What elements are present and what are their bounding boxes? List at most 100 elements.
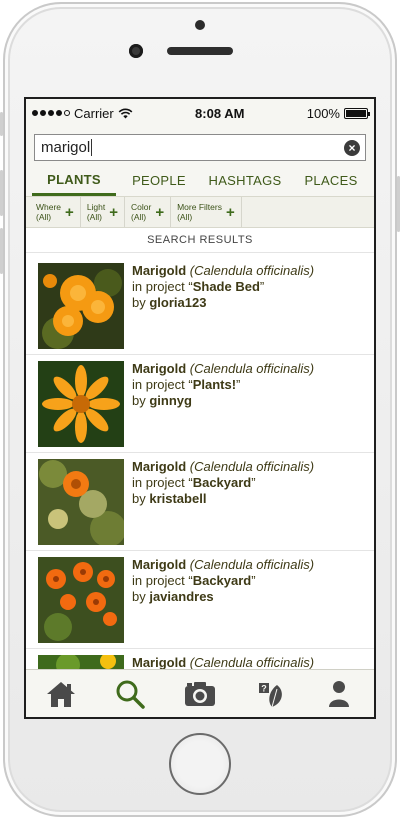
plant-scientific-name: (Calendula officinalis) [189,459,315,474]
status-left: Carrier [32,106,133,121]
results-header: SEARCH RESULTS [26,228,374,253]
camera-icon[interactable] [183,677,217,711]
filter-where[interactable]: Where (All) + [30,197,81,227]
plant-scientific-name: (Calendula officinalis) [189,655,315,669]
search-input[interactable]: marigol × [34,134,366,161]
by-prefix: by [132,589,150,604]
plant-name: Marigold [132,459,187,474]
battery-percent: 100% [306,105,340,121]
close-icon[interactable]: × [344,140,360,156]
project-prefix: in project “ [132,573,193,588]
plant-name: Marigold [132,361,187,376]
tab-hashtags[interactable]: HASHTAGS [202,166,288,196]
project-name[interactable]: Backyard [193,475,252,490]
by-line: by javiandres [132,589,314,605]
bottom-tab-bar: ? [26,669,374,717]
front-camera [129,44,143,58]
by-prefix: by [132,491,150,506]
search-icon[interactable] [113,677,147,711]
user-name[interactable]: kristabell [149,491,206,506]
tab-places[interactable]: PLACES [288,166,374,196]
plant-scientific-name: (Calendula officinalis) [189,263,315,278]
svg-text:?: ? [261,683,267,693]
filter-color-value: (All) [131,212,147,222]
home-button[interactable] [169,733,231,795]
earpiece-speaker [167,47,233,55]
by-line: by kristabell [132,491,314,507]
wifi-icon [118,107,133,118]
project-line: in project “Backyard” [132,573,314,589]
result-text: Marigold (Calendula officinalis) in proj… [132,263,314,311]
filter-color[interactable]: Color (All) + [125,197,172,227]
plant-photo [38,361,124,447]
home-icon[interactable] [44,677,78,711]
project-suffix: ” [251,573,256,588]
project-line: in project “Shade Bed” [132,279,314,295]
user-name[interactable]: javiandres [149,589,213,604]
project-prefix: in project “ [132,279,193,294]
proximity-sensor [195,20,205,30]
result-item[interactable]: Marigold (Calendula officinalis) in proj… [26,355,374,453]
status-bar: Carrier 8:08 AM 100% [26,99,374,127]
plant-photo [38,459,124,545]
profile-icon[interactable] [322,677,356,711]
result-text: Marigold (Calendula officinalis) in proj… [132,361,314,409]
tab-plants[interactable]: PLANTS [32,166,116,196]
project-name[interactable]: Shade Bed [193,279,260,294]
project-suffix: ” [259,279,265,294]
filter-where-value: (All) [36,212,52,222]
result-item[interactable]: Marigold (Calendula officinalis) in proj… [26,257,374,355]
mute-switch [0,112,3,136]
filter-where-label: Where (All) [36,202,61,222]
by-line: by gloria123 [132,295,314,311]
filter-color-label: Color (All) [131,202,151,222]
result-item[interactable]: Marigold (Calendula officinalis) in proj… [26,551,374,649]
result-item[interactable]: Marigold (Calendula officinalis) in proj… [26,453,374,551]
user-name[interactable]: gloria123 [149,295,206,310]
plant-scientific-name: (Calendula officinalis) [189,557,315,572]
project-name[interactable]: Backyard [193,573,252,588]
project-prefix: in project “ [132,377,193,392]
filter-more[interactable]: More Filters (All) + [171,197,242,227]
plant-name: Marigold [132,557,187,572]
by-line: by ginnyg [132,393,314,409]
plant-name: Marigold [132,655,187,669]
plant-photo [38,263,124,349]
by-prefix: by [132,393,150,408]
plus-icon: + [225,203,235,221]
filter-light[interactable]: Light (All) + [81,197,126,227]
result-text: Marigold (Calendula officinalis) in proj… [132,459,314,507]
result-item[interactable]: Marigold (Calendula officinalis) [26,649,374,669]
volume-up-button [0,170,3,216]
plant-scientific-name: (Calendula officinalis) [189,361,315,376]
filter-more-label: More Filters (All) [177,202,222,222]
filter-bar: Where (All) + Light (All) + Color (All) … [26,197,374,228]
project-name[interactable]: Plants! [193,377,236,392]
status-time: 8:08 AM [195,105,245,121]
tab-people[interactable]: PEOPLE [116,166,202,196]
app-screen: Carrier 8:08 AM 100% marigol × PLANTS PE… [24,97,376,719]
filter-color-name: Color [131,202,152,212]
filter-where-name: Where [36,202,62,212]
project-suffix: ” [251,475,256,490]
plant-name: Marigold [132,263,187,278]
filter-more-name: More Filters [177,202,222,212]
plus-icon: + [109,203,119,221]
project-suffix: ” [236,377,241,392]
user-name[interactable]: ginnyg [149,393,192,408]
signal-strength-icon [32,110,70,116]
plant-question-icon[interactable]: ? [253,677,287,711]
search-area: marigol × [26,127,374,166]
result-text: Marigold (Calendula officinalis) [132,655,314,669]
results-list[interactable]: Marigold (Calendula officinalis) in proj… [26,257,374,669]
battery-icon [343,107,370,119]
by-prefix: by [132,295,150,310]
project-line: in project “Backyard” [132,475,314,491]
plus-icon: + [65,203,74,221]
carrier-label: Carrier [74,105,114,121]
plus-icon: + [155,203,165,221]
filter-more-value: (All) [177,212,193,222]
search-input-text: marigol [41,139,91,156]
text-caret [91,139,93,156]
volume-down-button [0,228,3,274]
